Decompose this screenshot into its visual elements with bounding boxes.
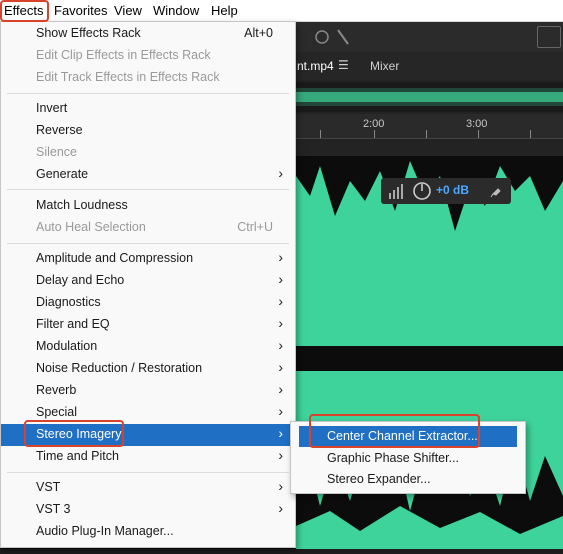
menu-item-label: Time and Pitch bbox=[36, 449, 119, 463]
menu-item-label: Delay and Echo bbox=[36, 273, 125, 287]
menu-item-diagnostics[interactable]: Diagnostics › bbox=[1, 292, 295, 314]
knob-icon[interactable] bbox=[412, 181, 432, 201]
chevron-right-icon: › bbox=[278, 447, 283, 463]
menu-item-reverb[interactable]: Reverb › bbox=[1, 380, 295, 402]
menu-item-label: Amplitude and Compression bbox=[36, 251, 194, 265]
chevron-right-icon: › bbox=[278, 293, 283, 309]
menu-item-label: Noise Reduction / Restoration bbox=[36, 361, 203, 375]
ruler-label: 3:00 bbox=[466, 118, 488, 130]
menu-item-label: Show Effects Rack bbox=[36, 26, 141, 40]
callout-effects-menu bbox=[0, 0, 49, 22]
menu-item-label: Silence bbox=[36, 145, 77, 159]
workspace-button[interactable] bbox=[537, 26, 561, 48]
level-meter-icon bbox=[389, 184, 403, 199]
ruler-label: 2:00 bbox=[363, 118, 385, 130]
menu-help[interactable]: Help bbox=[211, 0, 238, 21]
tab-mixer[interactable]: Mixer bbox=[370, 52, 399, 80]
menu-item-vst[interactable]: VST › bbox=[1, 477, 295, 499]
chevron-right-icon: › bbox=[278, 165, 283, 181]
menu-item-label: Edit Track Effects in Effects Rack bbox=[36, 70, 220, 84]
menu-item-label: Generate bbox=[36, 167, 89, 181]
menu-window[interactable]: Window bbox=[153, 0, 199, 21]
menu-item-edit-clip-effects: Edit Clip Effects in Effects Rack bbox=[1, 45, 295, 67]
menu-item-edit-track-effects: Edit Track Effects in Effects Rack bbox=[1, 67, 295, 89]
menu-item-show-effects-rack[interactable]: Show Effects Rack Alt+0 bbox=[1, 23, 295, 45]
chevron-right-icon: › bbox=[278, 500, 283, 516]
chevron-right-icon: › bbox=[278, 271, 283, 287]
waveform-overview[interactable] bbox=[296, 82, 563, 112]
menu-item-match-loudness[interactable]: Match Loudness bbox=[1, 195, 295, 217]
menu-item-generate[interactable]: Generate › bbox=[1, 164, 295, 186]
menu-item-label: Match Loudness bbox=[36, 198, 128, 212]
menu-item-invert[interactable]: Invert bbox=[1, 98, 295, 120]
chevron-right-icon: › bbox=[278, 359, 283, 375]
menu-separator bbox=[7, 472, 289, 473]
menu-item-label: Invert bbox=[36, 101, 68, 115]
chevron-right-icon: › bbox=[278, 478, 283, 494]
menu-item-label: VST 3 bbox=[36, 502, 71, 516]
menu-item-modulation[interactable]: Modulation › bbox=[1, 336, 295, 358]
menu-item-label: Auto Heal Selection bbox=[36, 220, 146, 234]
gain-value[interactable]: +0 dB bbox=[436, 183, 469, 197]
menu-item-time-pitch[interactable]: Time and Pitch › bbox=[1, 446, 295, 468]
menu-item-amplitude-compression[interactable]: Amplitude and Compression › bbox=[1, 248, 295, 270]
menu-item-audio-plugin-manager[interactable]: Audio Plug-In Manager... bbox=[1, 521, 295, 543]
menu-item-auto-heal-selection: Auto Heal Selection Ctrl+U bbox=[1, 217, 295, 239]
menu-item-label: Reverse bbox=[36, 123, 83, 137]
submenu-item-graphic-phase-shifter[interactable]: Graphic Phase Shifter... bbox=[291, 448, 525, 469]
gain-hud: +0 dB bbox=[381, 178, 511, 204]
submenu-item-stereo-expander[interactable]: Stereo Expander... bbox=[291, 469, 525, 490]
menu-item-label: VST bbox=[36, 480, 61, 494]
ruler-tick bbox=[530, 130, 531, 138]
menu-item-label: Diagnostics bbox=[36, 295, 101, 309]
menu-view[interactable]: View bbox=[114, 0, 142, 21]
menu-item-vst3[interactable]: VST 3 › bbox=[1, 499, 295, 521]
callout-stereo-imagery bbox=[24, 420, 124, 447]
menu-item-filter-eq[interactable]: Filter and EQ › bbox=[1, 314, 295, 336]
menu-icon[interactable]: ☰ bbox=[338, 58, 349, 72]
ruler-tick bbox=[374, 130, 375, 138]
menu-bar: Effects Favorites View Window Help bbox=[0, 0, 563, 22]
menu-item-label: Modulation bbox=[36, 339, 98, 353]
shortcut-label: Alt+0 bbox=[244, 26, 273, 40]
menu-item-label: Audio Plug-In Manager... bbox=[36, 524, 174, 538]
callout-center-channel-extractor bbox=[309, 414, 480, 448]
shortcut-label: Ctrl+U bbox=[237, 220, 273, 234]
tab-file[interactable]: nt.mp4 bbox=[297, 52, 334, 80]
ruler-tick bbox=[478, 130, 479, 138]
menu-separator bbox=[7, 243, 289, 244]
submenu-item-label: Stereo Expander... bbox=[327, 472, 431, 486]
menu-item-reverse[interactable]: Reverse bbox=[1, 120, 295, 142]
menu-item-delay-echo[interactable]: Delay and Echo › bbox=[1, 270, 295, 292]
chevron-right-icon: › bbox=[278, 381, 283, 397]
chevron-right-icon: › bbox=[278, 337, 283, 353]
menu-separator bbox=[7, 189, 289, 190]
menu-item-label: Special bbox=[36, 405, 77, 419]
menu-item-label: Filter and EQ bbox=[36, 317, 110, 331]
ruler-tick bbox=[320, 130, 321, 138]
menu-item-label: Edit Clip Effects in Effects Rack bbox=[36, 48, 211, 62]
toolbar-tools-icon[interactable] bbox=[312, 26, 352, 48]
menu-favorites[interactable]: Favorites bbox=[54, 0, 107, 21]
chevron-right-icon: › bbox=[278, 315, 283, 331]
menu-item-label: Reverb bbox=[36, 383, 77, 397]
pin-icon[interactable] bbox=[489, 184, 503, 198]
chevron-right-icon: › bbox=[278, 249, 283, 265]
effects-menu: Show Effects Rack Alt+0 Edit Clip Effect… bbox=[0, 21, 296, 548]
ruler-tick bbox=[426, 130, 427, 138]
menu-item-silence: Silence bbox=[1, 142, 295, 164]
menu-separator bbox=[7, 93, 289, 94]
chevron-right-icon: › bbox=[278, 425, 283, 441]
chevron-right-icon: › bbox=[278, 403, 283, 419]
menu-item-noise-reduction[interactable]: Noise Reduction / Restoration › bbox=[1, 358, 295, 380]
submenu-item-label: Graphic Phase Shifter... bbox=[327, 451, 460, 465]
